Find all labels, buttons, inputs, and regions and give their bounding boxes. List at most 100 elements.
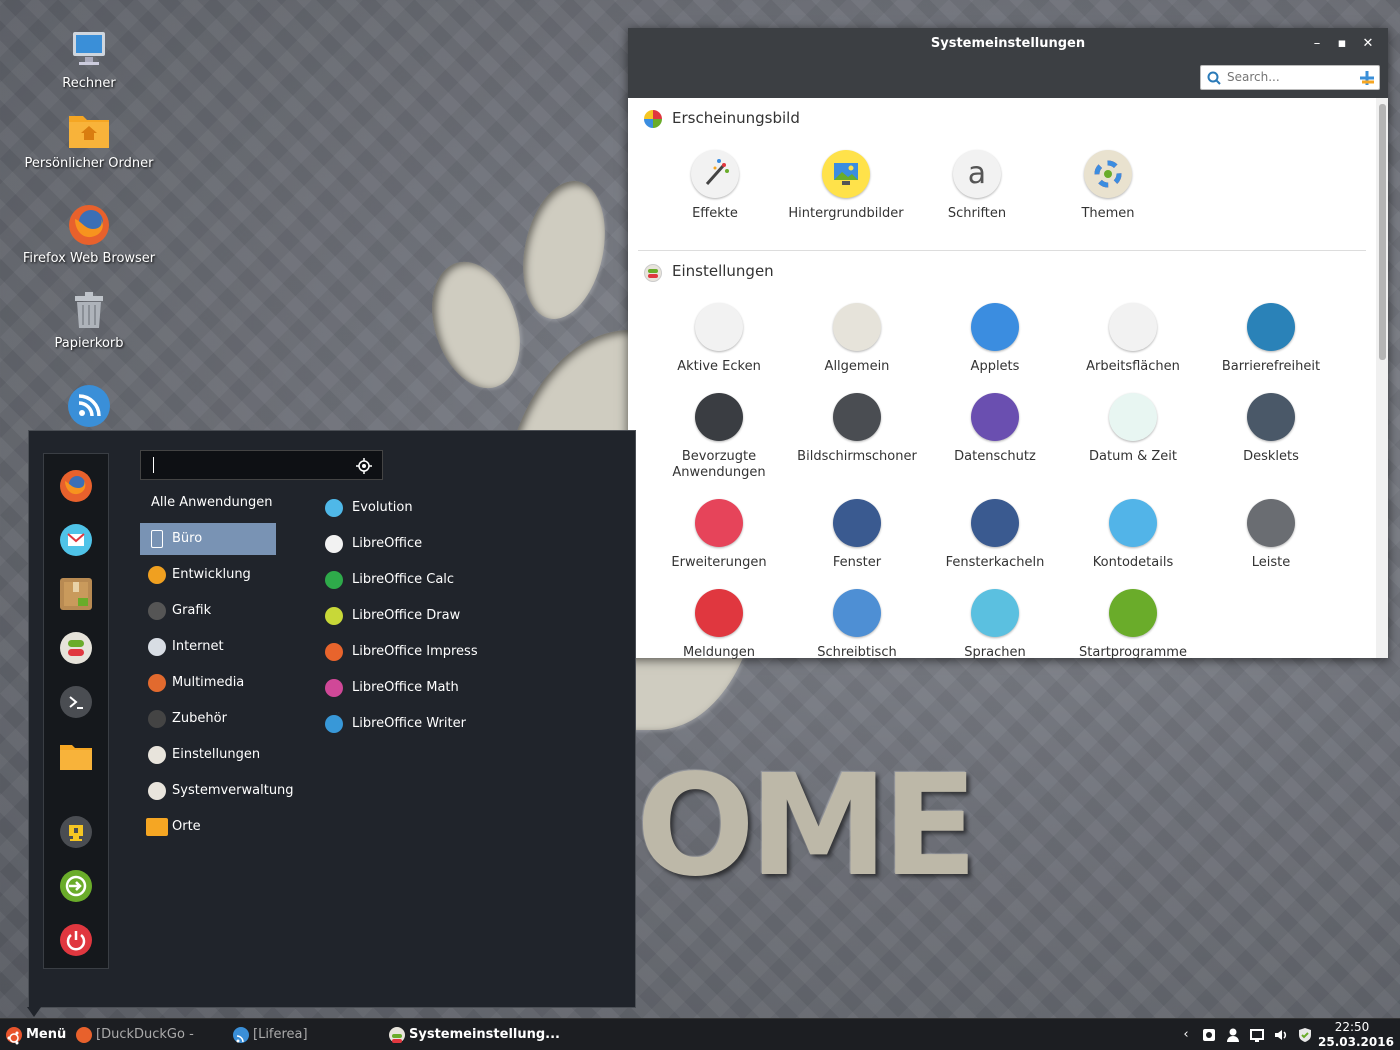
task-liferea[interactable]: [Liferea]: [231, 1019, 371, 1050]
settings-item-label: Startprogramme: [1079, 645, 1187, 660]
category-label: Orte: [172, 819, 201, 834]
category-icon: [148, 566, 166, 584]
menu-search-box[interactable]: [140, 450, 383, 480]
desktop-icon-trash[interactable]: Papierkorb: [20, 288, 158, 351]
settings-item-arbeitsflächen[interactable]: Arbeitsflächen: [1064, 303, 1202, 375]
settings-item-barrierefreiheit[interactable]: Barrierefreiheit: [1202, 303, 1340, 375]
panel-icon: [1247, 499, 1295, 547]
application-menu: Alle Anwendungen Büro Entwicklung Grafik Int…: [27, 430, 636, 1017]
update-shield-icon[interactable]: [1297, 1027, 1313, 1043]
clock[interactable]: 22:50 25.03.2016: [1318, 1020, 1394, 1050]
settings-item-sprachen[interactable]: Sprachen: [926, 589, 1064, 661]
clear-icon[interactable]: [1359, 70, 1375, 86]
settings-item-bevorzugte-anwendungen[interactable]: Bevorzugte Anwendungen: [650, 393, 788, 481]
scrollbar-thumb[interactable]: [1379, 104, 1386, 360]
settings-item-applets[interactable]: Applets: [926, 303, 1064, 375]
settings-item-fensterkacheln[interactable]: Fensterkacheln: [926, 499, 1064, 571]
settings-toggle-icon[interactable]: [60, 632, 92, 664]
menu-app-item[interactable]: LibreOffice Calc: [324, 565, 584, 595]
task-firefox[interactable]: [DuckDuckGo - Moz...: [74, 1019, 224, 1050]
settings-item-label: Bildschirmschoner: [797, 449, 917, 464]
settings-item-allgemein[interactable]: Allgemein: [788, 303, 926, 375]
accessibility-icon: [1247, 303, 1295, 351]
category-icon: [148, 746, 166, 764]
firefox-icon: [67, 203, 111, 247]
search-input[interactable]: [1227, 70, 1352, 84]
mail-icon[interactable]: [60, 524, 92, 556]
menu-category[interactable]: Entwicklung: [140, 559, 276, 591]
tray-arrow-icon[interactable]: ‹: [1178, 1027, 1194, 1043]
minimize-button[interactable]: –: [1308, 35, 1326, 53]
settings-item-startprogramme[interactable]: Startprogramme: [1064, 589, 1202, 661]
lock-screen-icon[interactable]: [60, 816, 92, 848]
taskbar: Menü [DuckDuckGo - Moz... [Liferea] Syst…: [0, 1018, 1400, 1050]
tray-status-icon[interactable]: [1201, 1027, 1217, 1043]
menu-category[interactable]: Internet: [140, 631, 276, 663]
scrollbar[interactable]: [1376, 98, 1388, 658]
trash-icon: [67, 288, 111, 332]
desktop-icon-label: Firefox Web Browser: [22, 251, 156, 266]
applets-icon: [971, 303, 1019, 351]
settings-item-erweiterungen[interactable]: Erweiterungen: [650, 499, 788, 571]
settings-item-effekte[interactable]: Effekte: [646, 150, 784, 222]
firefox-icon[interactable]: [60, 470, 92, 502]
settings-item-hintergrundbilder[interactable]: Hintergrundbilder: [777, 150, 915, 222]
task-systemeinstellungen[interactable]: Systemeinstellung...: [387, 1019, 560, 1050]
desktop-icon-rechner[interactable]: Rechner: [20, 28, 158, 91]
settings-item-datum-zeit[interactable]: Datum & Zeit: [1064, 393, 1202, 465]
menu-app-item[interactable]: LibreOffice Writer: [324, 709, 584, 739]
close-button[interactable]: ✕: [1359, 35, 1377, 53]
settings-item-kontodetails[interactable]: Kontodetails: [1064, 499, 1202, 571]
maximize-button[interactable]: ▪: [1333, 35, 1351, 53]
desktop-icon-home[interactable]: Persönlicher Ordner: [20, 108, 158, 171]
category-label: Grafik: [172, 603, 212, 618]
terminal-icon[interactable]: [60, 686, 92, 718]
menu-category[interactable]: Alle Anwendungen: [140, 487, 276, 519]
search-box[interactable]: [1200, 65, 1380, 90]
menu-category[interactable]: Grafik: [140, 595, 276, 627]
settings-item-fenster[interactable]: Fenster: [788, 499, 926, 571]
settings-item-schreibtisch[interactable]: Schreibtisch: [788, 589, 926, 661]
notifications-icon: [695, 589, 743, 637]
menu-category[interactable]: Orte: [140, 811, 276, 843]
task-label: [Liferea]: [253, 1027, 308, 1042]
menu-category[interactable]: Multimedia: [140, 667, 276, 699]
window-tiling-icon: [971, 499, 1019, 547]
settings-item-schriften[interactable]: a Schriften: [908, 150, 1046, 222]
menu-app-item[interactable]: LibreOffice Impress: [324, 637, 584, 667]
menu-category[interactable]: Büro: [140, 523, 276, 555]
menu-button[interactable]: Menü: [4, 1019, 70, 1050]
settings-item-aktive-ecken[interactable]: Aktive Ecken: [650, 303, 788, 375]
package-icon[interactable]: [60, 578, 92, 610]
settings-item-label: Sprachen: [964, 645, 1026, 660]
desktop-icon: [833, 589, 881, 637]
volume-icon[interactable]: [1273, 1027, 1289, 1043]
menu-app-item[interactable]: LibreOffice Draw: [324, 601, 584, 631]
locate-icon[interactable]: [356, 458, 372, 474]
general-icon: [833, 303, 881, 351]
app-icon: [325, 499, 343, 517]
menu-app-item[interactable]: LibreOffice: [324, 529, 584, 559]
settings-item-themen[interactable]: Themen: [1039, 150, 1177, 222]
settings-item-leiste[interactable]: Leiste: [1202, 499, 1340, 571]
menu-category[interactable]: Systemverwaltung: [140, 775, 294, 807]
menu-app-item[interactable]: LibreOffice Math: [324, 673, 584, 703]
menu-app-item[interactable]: Evolution: [324, 493, 584, 523]
folder-icon[interactable]: [60, 740, 92, 772]
menu-label: Menü: [26, 1027, 67, 1042]
power-icon[interactable]: [60, 924, 92, 956]
window-titlebar[interactable]: Systemeinstellungen – ▪ ✕: [628, 28, 1388, 98]
desktop-icon-firefox[interactable]: Firefox Web Browser: [20, 203, 158, 266]
menu-category[interactable]: Zubehör: [140, 703, 276, 735]
settings-item-meldungen[interactable]: Meldungen: [650, 589, 788, 661]
clock-date: 25.03.2016: [1318, 1035, 1394, 1049]
display-icon[interactable]: [1249, 1027, 1265, 1043]
settings-item-bildschirmschoner[interactable]: Bildschirmschoner: [788, 393, 926, 465]
settings-item-datenschutz[interactable]: Datenschutz: [926, 393, 1064, 465]
desktop-icon-rss[interactable]: [20, 384, 158, 432]
logout-icon[interactable]: [60, 870, 92, 902]
windows-icon: [833, 499, 881, 547]
user-icon[interactable]: [1225, 1027, 1241, 1043]
settings-item-desklets[interactable]: Desklets: [1202, 393, 1340, 465]
menu-category[interactable]: Einstellungen: [140, 739, 276, 771]
